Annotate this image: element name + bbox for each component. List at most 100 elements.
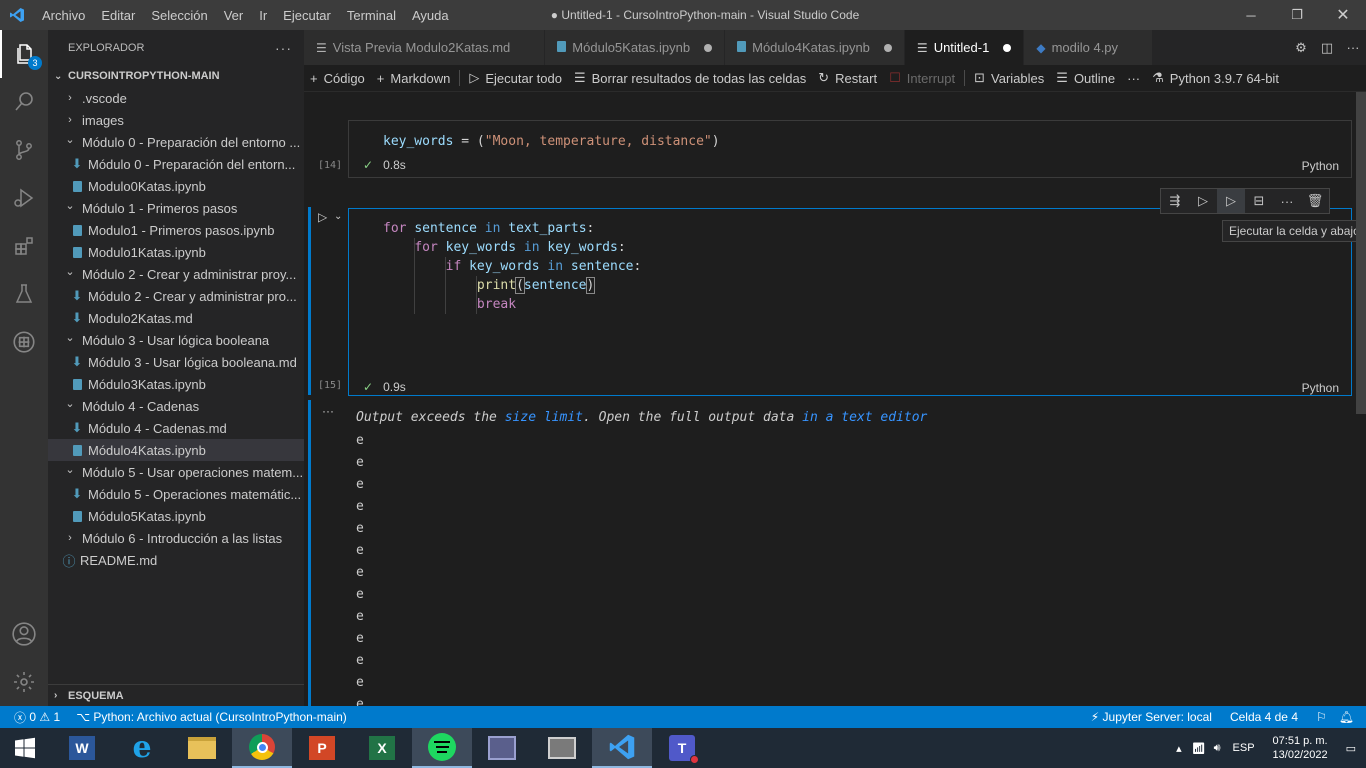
tree-folder[interactable]: ⌄ Módulo 0 - Preparación del entorno ...	[48, 131, 304, 153]
tab-4[interactable]: ☰ Untitled-1	[904, 30, 1025, 65]
tree-file[interactable]: ⬇ Módulo 3 - Usar lógica booleana.md	[48, 351, 304, 373]
notifications-icon[interactable]: 🔔︎	[1333, 710, 1366, 724]
tree-file[interactable]: ⬇ Módulo 2 - Crear y administrar pro...	[48, 285, 304, 307]
account-icon[interactable]	[0, 610, 48, 658]
vscode-taskbar-icon[interactable]	[592, 728, 652, 768]
open-text-editor-link[interactable]: in a text editor	[802, 410, 927, 425]
tree-folder[interactable]: › .vscode	[48, 87, 304, 109]
run-by-line-icon[interactable]: ▷	[1189, 189, 1217, 213]
jupyter-server-status[interactable]: ⚡ Jupyter Server: local	[1085, 710, 1218, 724]
cell-position-status[interactable]: Celda 4 de 4	[1224, 710, 1304, 724]
tree-file[interactable]: Módulo4Katas.ipynb	[48, 439, 304, 461]
tree-file[interactable]: Modulo1 - Primeros pasos.ipynb	[48, 219, 304, 241]
tree-file[interactable]: ⬇ Módulo 4 - Cadenas.md	[48, 417, 304, 439]
kernel-picker[interactable]: ⚗ Python 3.9.7 64-bit	[1146, 65, 1285, 92]
feedback-icon[interactable]: ⚐	[1310, 710, 1333, 724]
spotify-icon[interactable]	[412, 728, 472, 768]
tab-3[interactable]: Módulo4Katas.ipynb	[725, 30, 905, 65]
network-app-icon[interactable]	[532, 728, 592, 768]
menu-editar[interactable]: Editar	[93, 8, 143, 23]
tree-file[interactable]: ⬇ Modulo2Katas.md	[48, 307, 304, 329]
add-markdown-cell-button[interactable]: + Markdown	[371, 65, 457, 92]
more-actions-icon[interactable]: ···	[1273, 189, 1301, 213]
split-editor-icon[interactable]: ◫	[1314, 40, 1340, 56]
menu-ir[interactable]: Ir	[251, 8, 275, 23]
settings-gear-icon[interactable]	[0, 658, 48, 706]
excel-icon[interactable]: X	[352, 728, 412, 768]
tree-folder[interactable]: ⌄ Módulo 1 - Primeros pasos	[48, 197, 304, 219]
restore-button[interactable]: ❐	[1274, 0, 1320, 30]
network-icon[interactable]: 📶︎	[1192, 742, 1206, 755]
internet-explorer-icon[interactable]: e	[112, 728, 172, 768]
menu-terminal[interactable]: Terminal	[339, 8, 404, 23]
source-control-icon[interactable]	[0, 126, 48, 174]
volume-icon[interactable]: 🔊︎	[1214, 742, 1221, 755]
clear-outputs-button[interactable]: ☰ Borrar resultados de todas las celdas	[568, 65, 812, 92]
tab-2[interactable]: Módulo5Katas.ipynb	[545, 30, 726, 65]
tree-file[interactable]: Módulo3Katas.ipynb	[48, 373, 304, 395]
tree-folder[interactable]: ⌄ Módulo 3 - Usar lógica booleana	[48, 329, 304, 351]
run-debug-icon[interactable]	[0, 174, 48, 222]
more-toolbar-icon[interactable]: ···	[1121, 65, 1146, 92]
tab-1[interactable]: ☰ Vista Previa Modulo2Katas.md	[304, 30, 546, 65]
menu-ejecutar[interactable]: Ejecutar	[275, 8, 339, 23]
menu-ayuda[interactable]: Ayuda	[404, 8, 457, 23]
chrome-icon[interactable]	[232, 728, 292, 768]
language-indicator[interactable]: ESP	[1233, 742, 1255, 754]
run-all-button[interactable]: ▷ Ejecutar todo	[463, 65, 568, 92]
unsaved-dot-icon[interactable]	[1003, 43, 1012, 52]
output-more-icon[interactable]: ···	[322, 404, 334, 418]
cell-language[interactable]: Python	[1302, 381, 1339, 395]
cell-code[interactable]: for sentence in text_parts: for key_word…	[383, 219, 641, 314]
powerpoint-icon[interactable]: P	[292, 728, 352, 768]
minimize-button[interactable]: ─	[1228, 0, 1274, 30]
interrupt-button[interactable]: ☐ Interrupt	[883, 65, 961, 92]
editor-scrollbar[interactable]	[1356, 92, 1366, 706]
tree-file[interactable]: Modulo0Katas.ipynb	[48, 175, 304, 197]
interpreter-status[interactable]: ⌥ Python: Archivo actual (CursoIntroPyth…	[70, 710, 353, 724]
more-actions-icon[interactable]: ···	[275, 40, 292, 56]
tree-folder[interactable]: ⌄ Módulo 2 - Crear y administrar proy...	[48, 263, 304, 285]
tree-folder[interactable]: ⌄ Módulo 5 - Usar operaciones matem...	[48, 461, 304, 483]
cell-code[interactable]: key_words = ("Moon, temperature, distanc…	[383, 132, 720, 151]
delete-cell-icon[interactable]: 🗑	[1301, 189, 1329, 213]
variables-button[interactable]: ⊡ Variables	[968, 65, 1050, 92]
chevron-up-icon[interactable]: ▴	[1176, 742, 1182, 755]
search-icon[interactable]	[0, 78, 48, 126]
tree-folder[interactable]: ⌄ Módulo 4 - Cadenas	[48, 395, 304, 417]
workspace-section-header[interactable]: ⌄ CURSOINTROPYTHON-MAIN	[48, 65, 304, 87]
restart-button[interactable]: ↻ Restart	[812, 65, 883, 92]
outline-section-header[interactable]: › ESQUEMA	[48, 684, 304, 706]
run-cell-icon[interactable]: ▷	[318, 210, 327, 224]
tree-file[interactable]: ⓘ README.md	[48, 549, 304, 571]
size-limit-link[interactable]: size limit	[505, 410, 583, 425]
unsaved-dot-icon[interactable]	[704, 43, 713, 52]
word-icon[interactable]: W	[52, 728, 112, 768]
split-cell-icon[interactable]: ⊟	[1245, 189, 1273, 213]
run-above-icon[interactable]: ⇶	[1161, 189, 1189, 213]
tab-5[interactable]: ◆ modilo 4.py	[1024, 30, 1154, 65]
tree-file[interactable]: ⬇ Módulo 5 - Operaciones matemátic...	[48, 483, 304, 505]
tree-folder[interactable]: › images	[48, 109, 304, 131]
add-code-cell-button[interactable]: + Código	[304, 65, 371, 92]
menu-seleccion[interactable]: Selección	[143, 8, 215, 23]
testing-icon[interactable]	[0, 270, 48, 318]
clock[interactable]: 07:51 p. m. 13/02/2022	[1273, 734, 1328, 762]
app-generic-icon[interactable]	[472, 728, 532, 768]
tree-file[interactable]: ⬇ Módulo 0 - Preparación del entorn...	[48, 153, 304, 175]
cell-language[interactable]: Python	[1302, 159, 1339, 173]
teams-icon[interactable]: T	[652, 728, 712, 768]
explorer-icon[interactable]: 3	[0, 30, 48, 78]
run-below-icon[interactable]: ▷	[1217, 189, 1245, 213]
tree-file[interactable]: Módulo5Katas.ipynb	[48, 505, 304, 527]
more-actions-icon[interactable]: ···	[1340, 40, 1366, 55]
windows-start-icon[interactable]	[0, 728, 50, 768]
unsaved-dot-icon[interactable]	[883, 43, 892, 52]
chevron-down-icon[interactable]: ⌄	[334, 211, 342, 222]
file-explorer-icon[interactable]	[172, 728, 232, 768]
notification-center-icon[interactable]: ▭	[1346, 742, 1356, 755]
outline-button[interactable]: ☰ Outline	[1050, 65, 1121, 92]
code-cell[interactable]: key_words = ("Moon, temperature, distanc…	[348, 120, 1352, 178]
extensions-icon[interactable]	[0, 222, 48, 270]
menu-ver[interactable]: Ver	[216, 8, 252, 23]
